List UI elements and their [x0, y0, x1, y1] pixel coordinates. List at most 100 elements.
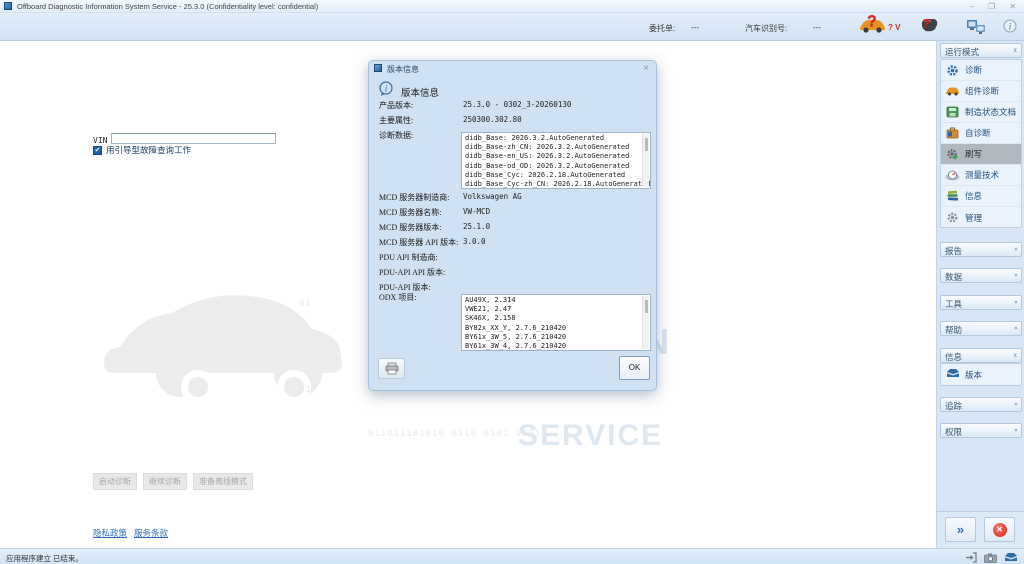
flash-icon [945, 148, 960, 161]
odis-application-window: Offboard Diagnostic Information System S… [0, 0, 1024, 564]
order-label: 委托单: [649, 24, 676, 33]
app-icon [4, 2, 12, 10]
network-connections-icon[interactable] [966, 18, 988, 41]
pin-icon[interactable]: x [1014, 46, 1018, 54]
mcd-manufacturer-label: MCD 服务器制造商: [379, 193, 450, 202]
odx-projects-label: ODX 项目: [379, 293, 417, 302]
dialog-close-icon[interactable]: × [643, 63, 649, 74]
list-item: AU49X, 2.314 [465, 296, 516, 304]
operating-mode-header[interactable]: 运行模式 x [940, 43, 1022, 58]
guided-fault-checkbox[interactable]: ✔ [93, 145, 102, 155]
window-title: Offboard Diagnostic Information System S… [17, 1, 319, 11]
window-titlebar: Offboard Diagnostic Information System S… [0, 0, 1024, 13]
mode-item-production-status-docs[interactable]: 制造状态文档 [941, 102, 1021, 123]
mode-item-measurement[interactable]: 测量技术 [941, 165, 1021, 186]
product-version-label: 产品版本: [379, 101, 414, 110]
pdu-api-api-version-label: PDU-API API 版本: [379, 268, 446, 277]
mcd-server-version-label: MCD 服务器版本: [379, 223, 442, 232]
guided-fault-checkbox-label: 用引导型故障查询工作 [106, 145, 192, 155]
list-item: didb_Base: 2026.3.2.AutoGenerated [465, 134, 605, 142]
double-chevron-icon: » [956, 522, 965, 537]
vehicle-unknown-icon[interactable]: ? [858, 13, 886, 39]
section-reports[interactable]: 报告» [940, 242, 1022, 257]
info-icon[interactable]: i [1003, 19, 1017, 38]
sidebar-item-version[interactable]: 版本 [940, 363, 1022, 386]
mode-item-self-diagnosis[interactable]: 自诊断 [941, 123, 1021, 144]
list-item: BY61x_3W_4, 2.7.6_210420 [465, 342, 567, 351]
vin-input[interactable] [111, 133, 277, 145]
exit-arrow-icon[interactable] [965, 550, 977, 564]
section-permissions[interactable]: 权限» [940, 423, 1022, 438]
section-tools[interactable]: 工具» [940, 295, 1022, 310]
sidebar-bottom-bar: » ✕ [937, 511, 1024, 548]
tester-unknown-icon[interactable]: ? [918, 16, 940, 39]
watermark-binary: 01 [299, 385, 312, 395]
chevron-down-icon: » [1011, 273, 1020, 277]
minimize-button[interactable]: – [970, 1, 974, 12]
collapse-sidebar-button[interactable]: » [945, 517, 976, 542]
vin-header-value: --- [813, 23, 821, 32]
red-close-icon: ✕ [992, 522, 1007, 537]
print-button[interactable] [378, 358, 405, 379]
gauge-icon [945, 169, 960, 182]
order-value: --- [691, 23, 699, 32]
mcd-api-version-label: MCD 服务器 API 版本: [379, 238, 459, 247]
list-item: BY61x_3W_5, 2.7.6_210420 [465, 332, 567, 341]
chevron-down-icon: » [1011, 300, 1020, 304]
ok-button[interactable]: OK [619, 356, 650, 380]
list-item: didb_Base-en_US: 2026.3.2.AutoGenerated [465, 152, 630, 161]
self-diagnosis-icon [945, 127, 960, 140]
odx-projects-listbox[interactable]: AU49X, 2.314 VWE21, 2.47 SK46X, 2.158 BY… [461, 294, 651, 351]
product-version-value: 25.3.0 - 0302_3-20260130 [463, 100, 572, 109]
section-info[interactable]: 信息 x [940, 348, 1022, 363]
scrollbar[interactable] [642, 134, 649, 187]
diagnostic-data-listbox[interactable]: didb_Base: 2026.3.2.AutoGenerated didb_B… [461, 132, 651, 189]
scrollbar[interactable] [642, 296, 649, 349]
close-button[interactable]: ✕ [1009, 1, 1016, 12]
terms-of-service-link[interactable]: 服务条款 [134, 527, 168, 539]
camera-icon[interactable] [984, 550, 997, 564]
list-item: SK46X, 2.158 [465, 314, 516, 323]
prepare-offline-mode-button[interactable]: 准备离线模式 [193, 473, 253, 490]
start-diagnosis-button[interactable]: 启动诊断 [93, 473, 137, 490]
dialog-titlebar[interactable]: 版本信息 × [369, 61, 656, 76]
pdu-api-manufacturer-label: PDU API 制造商: [379, 253, 438, 262]
chevron-down-icon: » [1011, 428, 1020, 432]
status-bar: 应用程序建立 已结束。 [0, 548, 1024, 564]
list-item: VWE21, 2.47 [465, 305, 512, 314]
chevron-down-icon: » [1011, 247, 1020, 251]
list-item: didb_Base-zh_CN: 2026.3.2.AutoGenerated [465, 143, 630, 152]
chevron-down-icon: » [1011, 326, 1020, 330]
privacy-policy-link[interactable]: 隐私政策 [93, 527, 127, 539]
exit-application-button[interactable]: ✕ [984, 517, 1015, 542]
list-item: BY82x_XX_Y, 2.7.6_210420 [465, 323, 567, 332]
maximize-button[interactable]: ❐ [988, 1, 995, 12]
mode-item-component-diagnosis[interactable]: 组件诊断 [941, 81, 1021, 102]
info-balloon-icon: i [378, 81, 394, 102]
mcd-api-version-value: 3.0.0 [463, 237, 486, 246]
disk-document-icon [945, 106, 960, 119]
dialog-heading: 版本信息 [401, 88, 440, 99]
section-help[interactable]: 帮助» [940, 321, 1022, 336]
section-data[interactable]: 数据» [940, 268, 1022, 283]
continue-diagnosis-button[interactable]: 继续诊断 [143, 473, 187, 490]
version-info-dialog: 版本信息 × i 版本信息 产品版本: 25.3.0 - 0302_3-20260… [368, 60, 657, 391]
mode-item-diagnosis[interactable]: 诊断 [941, 60, 1021, 81]
mode-item-admin[interactable]: 管理 [941, 207, 1021, 227]
mode-item-flash[interactable]: 刷写 [941, 144, 1021, 165]
mcd-server-name-value: VW-MCD [463, 207, 491, 216]
svg-text:i: i [385, 84, 388, 94]
chevron-down-icon: » [1011, 402, 1020, 406]
question-v-text: ? V [888, 23, 901, 32]
mcd-server-name-label: MCD 服务器名称: [379, 208, 442, 217]
mcd-server-version-value: 25.1.0 [463, 222, 491, 231]
dialog-icon [374, 64, 382, 72]
printer-icon [385, 362, 398, 375]
mcd-manufacturer-value: Volkswagen AG [463, 192, 522, 201]
section-trace[interactable]: 追踪» [940, 397, 1022, 412]
trace-box-icon[interactable] [1004, 550, 1018, 564]
mode-item-information[interactable]: 信息 [941, 186, 1021, 207]
diagnosis-icon [945, 64, 960, 77]
list-item: didb_Base-od_OD: 2026.3.2.AutoGenerated [465, 161, 630, 170]
status-text: 应用程序建立 已结束。 [6, 554, 83, 563]
